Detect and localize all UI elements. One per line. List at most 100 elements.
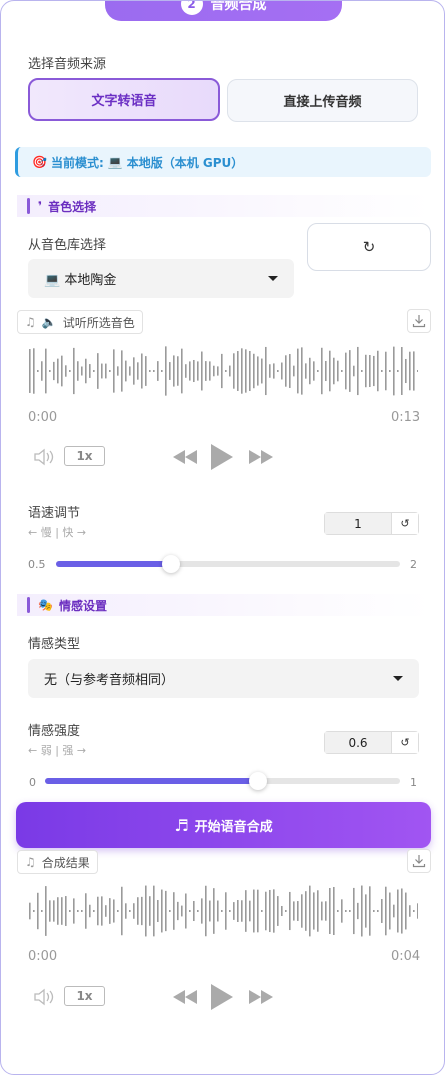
target-icon: 🎯 [32, 155, 47, 169]
waveform-bar [317, 890, 319, 932]
waveform-bar [365, 354, 367, 388]
emotion-type-select[interactable]: 无（与参考音频相同） [28, 659, 419, 698]
voice-select[interactable]: 💻 本地陶金 [28, 259, 294, 298]
waveform-bar [125, 360, 127, 382]
fast-forward-icon[interactable] [249, 450, 273, 464]
waveform-bar [113, 349, 115, 393]
waveform-bar [317, 370, 319, 372]
waveform-bar [157, 361, 159, 381]
emotion-strength-input[interactable]: 0.6 ↺ [324, 731, 419, 754]
playback-speed-button[interactable]: 1x [64, 446, 105, 466]
voice-section-header: ❜ 音色选择 [17, 195, 431, 217]
play-icon[interactable] [211, 984, 233, 1010]
waveform-bar [273, 889, 275, 933]
waveform-bar [65, 365, 67, 377]
refresh-voices-button[interactable]: ↻ [307, 223, 431, 271]
waveform-bar [141, 896, 143, 926]
reset-speed-button[interactable]: ↺ [391, 513, 418, 534]
waveform-bar [85, 893, 87, 929]
waveform-bar [133, 903, 135, 919]
speed-max-label: 2 [410, 558, 417, 571]
result-player-controls: 1x [28, 984, 418, 1010]
waveform-bar [401, 347, 403, 395]
waveform-bar [29, 349, 31, 393]
waveform-bar [209, 361, 211, 381]
waveform-bar [253, 353, 255, 389]
voice-select-value: 本地陶金 [64, 273, 117, 288]
tts-source-button[interactable]: 文字转语音 [28, 78, 220, 121]
waveform-bar [137, 362, 139, 380]
waveform-bar [365, 894, 367, 928]
waveform-bar [245, 890, 247, 932]
reset-strength-button[interactable]: ↺ [391, 732, 418, 753]
result-waveform[interactable] [28, 884, 418, 938]
waveform-bar [169, 910, 171, 912]
waveform-bar [297, 348, 299, 394]
waveform-bar [181, 348, 183, 394]
speed-slider[interactable] [56, 555, 400, 573]
music-note-icon: ♫ [25, 855, 36, 869]
waveform-bar [285, 910, 287, 912]
volume-icon[interactable] [33, 988, 55, 1006]
waveform-bar [37, 892, 39, 930]
waveform-bar [389, 892, 391, 930]
playback-speed-button[interactable]: 1x [64, 986, 105, 1006]
waveform-bar [369, 355, 371, 387]
waveform-bar [161, 889, 163, 933]
start-synthesis-button[interactable]: ♬ 开始语音合成 [16, 802, 431, 848]
waveform-bar [81, 910, 83, 912]
download-preview-button[interactable] [407, 309, 431, 333]
section-accent-bar [27, 198, 30, 214]
waveform-bar [133, 357, 135, 385]
emotion-strength-slider[interactable] [45, 772, 400, 790]
waveform-bar [229, 365, 231, 377]
emotion-strength-value[interactable]: 0.6 [325, 732, 391, 753]
waveform-bar [101, 363, 103, 379]
waveform-bar [381, 899, 383, 923]
volume-icon[interactable] [33, 448, 55, 466]
waveform-bar [193, 900, 195, 922]
voice-icon: ❜ [38, 199, 43, 213]
waveform-bar [165, 890, 167, 932]
fast-forward-icon[interactable] [249, 990, 273, 1004]
waveform-bar [313, 892, 315, 930]
waveform-bar [417, 370, 418, 372]
slider-fill [56, 561, 171, 567]
waveform-bar [321, 347, 323, 395]
reset-icon: ↺ [400, 517, 410, 530]
waveform-bar [121, 350, 123, 392]
waveform-bar [221, 353, 223, 389]
waveform-bar [225, 370, 227, 372]
waveform-bar [129, 366, 131, 376]
waveform-bar [73, 347, 75, 395]
waveform-bar [281, 362, 283, 380]
waveform-bar [41, 361, 43, 381]
waveform-bar [129, 910, 131, 912]
mode-prefix: 当前模式: [50, 155, 104, 170]
play-icon[interactable] [211, 444, 233, 470]
rewind-icon[interactable] [173, 990, 197, 1004]
waveform-bar [293, 901, 295, 921]
upload-source-button[interactable]: 直接上传音频 [227, 79, 418, 122]
slider-thumb[interactable] [161, 555, 180, 573]
waveform-bar [377, 350, 379, 392]
section-accent-bar [27, 597, 30, 613]
waveform-bar [85, 358, 87, 384]
speed-value[interactable]: 1 [325, 513, 391, 534]
rewind-icon[interactable] [173, 450, 197, 464]
download-result-button[interactable] [407, 849, 431, 873]
waveform-bar [325, 360, 327, 382]
preview-waveform[interactable] [28, 345, 418, 397]
waveform-bar [61, 897, 63, 925]
waveform-bar [97, 896, 99, 926]
waveform-bar [117, 366, 119, 376]
waveform-bar [61, 355, 63, 387]
waveform-bar [57, 358, 59, 384]
waveform-bar [233, 902, 235, 920]
slider-thumb[interactable] [249, 772, 267, 790]
emotion-section-title: 情感设置 [58, 598, 107, 613]
step-number-badge: 2 [180, 1, 203, 15]
speed-number-input[interactable]: 1 ↺ [324, 512, 419, 535]
waveform-bar [217, 366, 219, 376]
waveform-bar [141, 353, 143, 389]
